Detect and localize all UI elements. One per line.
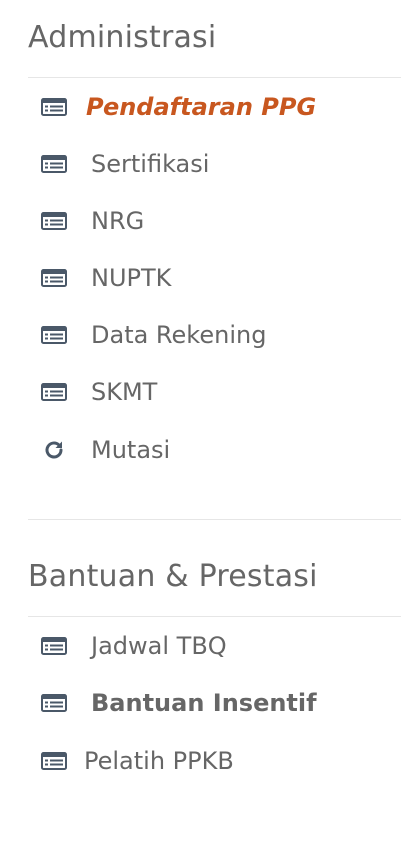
menu-item-data-rekening[interactable]: Data Rekening bbox=[40, 315, 266, 355]
menu-item-sertifikasi[interactable]: Sertifikasi bbox=[40, 144, 209, 184]
section-divider bbox=[28, 77, 401, 78]
list-icon bbox=[40, 267, 68, 289]
menu-item-jadwal-tbq[interactable]: Jadwal TBQ bbox=[40, 626, 227, 666]
list-icon bbox=[40, 210, 68, 232]
section-title: Administrasi bbox=[28, 20, 217, 55]
menu-item-label: Jadwal TBQ bbox=[91, 632, 227, 660]
list-icon bbox=[40, 324, 68, 346]
list-icon bbox=[40, 381, 68, 403]
list-icon bbox=[40, 692, 68, 714]
menu-item-nuptk[interactable]: NUPTK bbox=[40, 258, 171, 298]
menu-item-pendaftaran-ppg[interactable]: Pendaftaran PPG bbox=[40, 87, 316, 127]
menu-item-label: Pelatih PPKB bbox=[84, 747, 234, 775]
menu-item-bantuan-insentif[interactable]: Bantuan Insentif bbox=[40, 683, 317, 723]
section-title: Bantuan & Prestasi bbox=[28, 559, 318, 594]
menu-item-label: SKMT bbox=[91, 378, 158, 406]
refresh-icon bbox=[40, 439, 68, 461]
section-administrasi: Administrasi bbox=[28, 20, 401, 55]
menu-item-label: NRG bbox=[91, 207, 145, 235]
menu-item-label: Data Rekening bbox=[91, 321, 267, 349]
list-icon bbox=[40, 153, 68, 175]
section-bantuan-prestasi: Bantuan & Prestasi bbox=[28, 559, 401, 594]
menu-item-label: Sertifikasi bbox=[91, 150, 210, 178]
list-icon bbox=[40, 750, 68, 772]
menu-item-skmt[interactable]: SKMT bbox=[40, 372, 157, 412]
menu-item-label: NUPTK bbox=[91, 264, 172, 292]
menu-item-label: Bantuan Insentif bbox=[91, 689, 317, 717]
menu-item-nrg[interactable]: NRG bbox=[40, 201, 144, 241]
menu-item-label: Pendaftaran PPG bbox=[86, 93, 317, 121]
list-icon bbox=[40, 96, 68, 118]
menu-item-pelatih-ppkb[interactable]: Pelatih PPKB bbox=[40, 741, 234, 781]
menu-item-mutasi[interactable]: Mutasi bbox=[40, 430, 170, 470]
section-divider bbox=[28, 616, 401, 617]
menu-item-label: Mutasi bbox=[91, 436, 171, 464]
section-divider bbox=[28, 519, 401, 520]
list-icon bbox=[40, 635, 68, 657]
